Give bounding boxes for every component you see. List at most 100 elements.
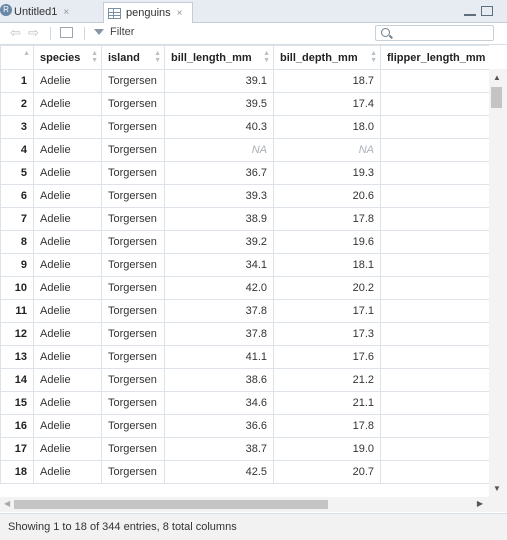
tab-label: Untitled1	[14, 6, 58, 18]
flipper-length-cell	[380, 345, 489, 369]
bill-depth-cell: 20.2	[273, 276, 381, 300]
table-row: 11 Adelie Torgersen 37.8 17.1	[0, 299, 489, 323]
species-cell: Adelie	[33, 161, 102, 185]
bill-depth-cell: 17.8	[273, 414, 381, 438]
bill-length-cell: 34.6	[164, 391, 274, 415]
row-number-cell: 9	[0, 253, 34, 277]
scroll-up-icon[interactable]: ▲	[493, 73, 501, 82]
table-row: 16 Adelie Torgersen 36.6 17.8	[0, 414, 489, 438]
search-input[interactable]	[394, 26, 489, 39]
scrollbar-thumb[interactable]	[491, 87, 502, 108]
species-cell: Adelie	[33, 391, 102, 415]
bill-length-cell: 36.6	[164, 414, 274, 438]
island-cell: Torgersen	[101, 414, 165, 438]
filter-button[interactable]: Filter	[94, 26, 134, 38]
table-row: 9 Adelie Torgersen 34.1 18.1	[0, 253, 489, 277]
table-row: 1 Adelie Torgersen 39.1 18.7	[0, 69, 489, 93]
r-script-icon: R	[0, 4, 12, 16]
species-cell: Adelie	[33, 460, 102, 484]
row-number-cell: 10	[0, 276, 34, 300]
table-row: 18 Adelie Torgersen 42.5 20.7	[0, 460, 489, 484]
column-header-flipper-length[interactable]: flipper_length_mm	[380, 45, 489, 70]
filter-label: Filter	[110, 26, 135, 38]
row-number-cell: 18	[0, 460, 34, 484]
table-row: 15 Adelie Torgersen 34.6 21.1	[0, 391, 489, 415]
tab-penguins[interactable]: penguins ×	[103, 2, 193, 23]
popout-window-icon[interactable]	[60, 27, 73, 38]
scroll-down-icon[interactable]: ▼	[493, 484, 501, 493]
table-row: 8 Adelie Torgersen 39.2 19.6	[0, 230, 489, 254]
sort-icon: ▲ ▼	[154, 50, 161, 64]
minimize-icon[interactable]	[464, 6, 476, 16]
column-header-species[interactable]: species ▲ ▼	[33, 45, 102, 70]
column-header-bill-length[interactable]: bill_length_mm ▲ ▼	[164, 45, 274, 70]
flipper-length-cell	[380, 437, 489, 461]
row-number-cell: 13	[0, 345, 34, 369]
flipper-length-cell	[380, 138, 489, 162]
table-row: 4 Adelie Torgersen NA NA	[0, 138, 489, 162]
row-number-cell: 1	[0, 69, 34, 93]
close-icon[interactable]: ×	[63, 7, 69, 18]
bill-depth-cell: 20.6	[273, 184, 381, 208]
species-cell: Adelie	[33, 299, 102, 323]
flipper-length-cell	[380, 184, 489, 208]
column-header-island[interactable]: island ▲ ▼	[101, 45, 165, 70]
bill-length-cell: 38.9	[164, 207, 274, 231]
species-cell: Adelie	[33, 276, 102, 300]
row-number-cell: 14	[0, 368, 34, 392]
table-row: 14 Adelie Torgersen 38.6 21.2	[0, 368, 489, 392]
row-number-header[interactable]: ▲	[0, 45, 34, 70]
vertical-scrollbar[interactable]: ▲ ▼	[489, 69, 507, 497]
species-cell: Adelie	[33, 230, 102, 254]
species-cell: Adelie	[33, 184, 102, 208]
flipper-length-cell	[380, 161, 489, 185]
island-cell: Torgersen	[101, 92, 165, 116]
close-icon[interactable]: ×	[177, 8, 183, 19]
row-number-cell: 3	[0, 115, 34, 139]
maximize-icon[interactable]	[481, 6, 493, 16]
row-number-cell: 15	[0, 391, 34, 415]
row-number-cell: 12	[0, 322, 34, 346]
table-row: 13 Adelie Torgersen 41.1 17.6	[0, 345, 489, 369]
row-number-cell: 7	[0, 207, 34, 231]
species-cell: Adelie	[33, 253, 102, 277]
table-row: 17 Adelie Torgersen 38.7 19.0	[0, 437, 489, 461]
search-box[interactable]	[375, 25, 494, 41]
bill-length-cell: 40.3	[164, 115, 274, 139]
flipper-length-cell	[380, 207, 489, 231]
island-cell: Torgersen	[101, 138, 165, 162]
bill-depth-cell: 17.4	[273, 92, 381, 116]
flipper-length-cell	[380, 92, 489, 116]
bill-length-cell: 42.0	[164, 276, 274, 300]
flipper-length-cell	[380, 391, 489, 415]
bill-length-cell: 39.2	[164, 230, 274, 254]
bill-length-cell: 39.3	[164, 184, 274, 208]
table-row: 7 Adelie Torgersen 38.9 17.8	[0, 207, 489, 231]
row-number-cell: 4	[0, 138, 34, 162]
header-row: ▲ species ▲ ▼ island ▲ ▼ bill_length_mm ▲ ▼ bi…	[0, 45, 489, 70]
horizontal-scrollbar[interactable]: ◀ ▶	[0, 497, 489, 512]
back-arrow-icon[interactable]: ⇦	[10, 26, 21, 40]
sort-icon: ▲ ▼	[370, 50, 377, 64]
bill-depth-cell: 21.2	[273, 368, 381, 392]
data-grid-icon	[108, 7, 121, 19]
flipper-length-cell	[380, 322, 489, 346]
scroll-left-icon[interactable]: ◀	[4, 499, 10, 508]
scroll-right-icon[interactable]: ▶	[477, 499, 483, 508]
flipper-length-cell	[380, 368, 489, 392]
bill-length-cell: 39.1	[164, 69, 274, 93]
column-header-bill-depth[interactable]: bill_depth_mm ▲ ▼	[273, 45, 381, 70]
filter-icon	[94, 29, 104, 35]
island-cell: Torgersen	[101, 161, 165, 185]
forward-arrow-icon[interactable]: ⇨	[28, 26, 39, 40]
flipper-length-cell	[380, 414, 489, 438]
species-cell: Adelie	[33, 368, 102, 392]
sort-icon: ▲ ▼	[91, 50, 98, 64]
bill-depth-cell: 21.1	[273, 391, 381, 415]
bill-depth-cell: 17.1	[273, 299, 381, 323]
tab-untitled1[interactable]: R Untitled1 ×	[0, 2, 98, 22]
table-row: 5 Adelie Torgersen 36.7 19.3	[0, 161, 489, 185]
island-cell: Torgersen	[101, 345, 165, 369]
island-cell: Torgersen	[101, 437, 165, 461]
scrollbar-thumb[interactable]	[14, 500, 328, 509]
